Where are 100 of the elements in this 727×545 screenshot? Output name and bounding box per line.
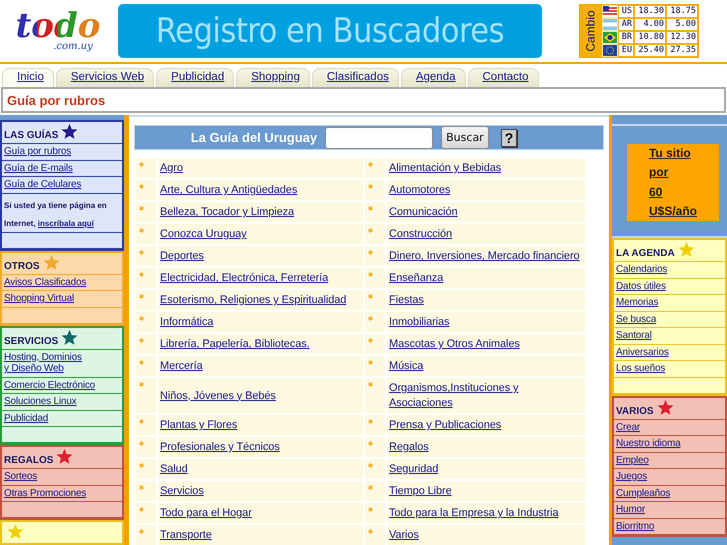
exchange-label: Cambio	[584, 10, 598, 52]
sidebar-link[interactable]: Shopping Virtual	[2, 291, 122, 308]
bullet-icon	[368, 463, 373, 468]
bullet-icon	[139, 529, 144, 534]
sidebar-link[interactable]: Sorteos	[2, 469, 122, 486]
sidebar-link[interactable]: Guía de Celulares	[2, 177, 122, 194]
bullet-icon	[139, 338, 144, 343]
sidebar-link[interactable]: Memorias	[614, 295, 725, 312]
category-link[interactable]: Servicios	[160, 484, 204, 499]
bullet-icon	[139, 316, 144, 321]
bullet-icon	[139, 250, 144, 255]
sidebar-link[interactable]: Publicidad	[2, 410, 122, 427]
sidebar-link[interactable]: Crear	[614, 420, 725, 436]
currency-code: AR	[618, 18, 634, 31]
section-title: LAS GUÍAS	[4, 130, 58, 141]
search-field[interactable]	[325, 126, 434, 148]
sell-rate: 12.30	[666, 31, 698, 44]
bullet-icon	[139, 272, 144, 277]
category-link[interactable]: Deportes	[160, 249, 204, 264]
bullet-icon	[368, 250, 373, 255]
currency-code: EU	[618, 44, 634, 57]
page-title: Guía por rubros	[7, 92, 106, 108]
bullet-icon	[139, 162, 144, 167]
bullet-icon	[368, 382, 373, 387]
flags-icon	[602, 5, 618, 57]
bullet-icon	[139, 206, 144, 211]
section-title: LA AGENDA	[616, 248, 675, 259]
sidebar-link[interactable]: Empleo	[614, 452, 725, 469]
bullet-icon	[368, 272, 373, 277]
category-link[interactable]: Música	[389, 359, 424, 374]
sidebar-link[interactable]: Santoral	[614, 328, 725, 344]
buy-rate: 25.40	[634, 44, 666, 57]
category-link[interactable]: Agro	[160, 161, 183, 176]
buy-rate: 4.00	[634, 18, 666, 31]
bullet-icon	[139, 382, 144, 387]
sidebar-link[interactable]: Aniversarios	[614, 344, 725, 361]
sidebar-link[interactable]: Los sueños	[614, 361, 725, 378]
sell-rate: 5.00	[666, 18, 698, 31]
nav-tab[interactable]: Clasificados	[312, 68, 399, 87]
bullet-icon	[368, 162, 373, 167]
sidebar-link[interactable]: Guía por rubros	[2, 144, 122, 160]
bullet-icon	[139, 463, 144, 468]
section-title: REGALOS	[4, 455, 54, 466]
bullet-icon	[139, 360, 144, 365]
bullet-icon	[368, 441, 373, 446]
nav-tab[interactable]: Servicios Web	[56, 68, 154, 87]
sidebar-link[interactable]: Otras Promociones	[2, 486, 122, 502]
bullet-icon	[368, 294, 373, 299]
bullet-icon	[368, 529, 373, 534]
category-link[interactable]: Seguridad	[389, 462, 438, 477]
bullet-icon	[368, 184, 373, 189]
nav-tab[interactable]: Publicidad	[156, 68, 234, 87]
category-link[interactable]: Varios	[389, 528, 419, 543]
category-link[interactable]: Fiestas	[389, 293, 424, 308]
signup-note: Si usted ya tiene página en Internet, inscríbala aquí	[4, 200, 107, 228]
bullet-icon	[139, 507, 144, 512]
bullet-icon	[368, 485, 373, 490]
bullet-icon	[368, 206, 373, 211]
signup-link[interactable]: inscríbala aquí	[38, 218, 94, 228]
bullet-icon	[139, 485, 144, 490]
sidebar-link[interactable]: Soluciones Linux	[2, 394, 122, 410]
bullet-icon	[368, 419, 373, 424]
bullet-icon	[368, 228, 373, 233]
sidebar-link[interactable]: Hosting, Dominios y Diseño Web	[2, 350, 122, 378]
section-title: VARIOS	[616, 406, 654, 416]
nav-tab[interactable]: Contacto	[468, 68, 539, 87]
sell-rate: 27.35	[666, 44, 698, 57]
sidebar-link[interactable]: Juegos	[614, 469, 725, 486]
nav-tab[interactable]: Inicio	[2, 68, 54, 87]
category-link[interactable]: Salud	[160, 462, 188, 477]
nav-tab[interactable]: Shopping	[236, 68, 310, 87]
sidebar-link[interactable]: Se busca	[614, 312, 725, 328]
category-link[interactable]: Transporte	[160, 528, 212, 543]
category-link[interactable]: Mercería	[160, 359, 203, 374]
sidebar-link[interactable]: Biorritmo	[614, 518, 725, 535]
section-title: OTROS	[4, 260, 40, 272]
category-link[interactable]: Regalos	[389, 440, 429, 455]
nav-tab[interactable]: Agenda	[400, 68, 466, 87]
currency-code: BR	[618, 31, 634, 44]
sidebar-link[interactable]: Datos útiles	[614, 278, 725, 295]
search-button[interactable]: Buscar	[441, 126, 489, 149]
sidebar-link[interactable]: Avisos Clasificados	[2, 274, 122, 291]
buy-rate: 18.30	[634, 5, 666, 18]
section-title: SERVICIOS	[4, 336, 58, 346]
search-title: La Guía del Uruguay	[190, 130, 318, 145]
category-link[interactable]: Informática	[160, 315, 214, 330]
promo-link[interactable]: Tu sitio por 60 U$S/año	[627, 144, 719, 221]
sidebar-link[interactable]: Humor	[614, 502, 725, 518]
bullet-icon	[368, 316, 373, 321]
sidebar-link[interactable]: Nuestro idioma	[614, 436, 725, 452]
bullet-icon	[139, 184, 144, 189]
bullet-icon	[139, 228, 144, 233]
bullet-icon	[368, 507, 373, 512]
help-button[interactable]: ?	[500, 128, 518, 146]
sidebar-link[interactable]: Guía de E-mails	[2, 160, 122, 177]
bullet-icon	[139, 419, 144, 424]
sidebar-link[interactable]: Cumpleaños	[614, 486, 725, 502]
sidebar-link[interactable]: Calendarios	[614, 262, 725, 278]
sidebar-link[interactable]: Comercio Electrónico	[2, 378, 122, 394]
bullet-icon	[368, 338, 373, 343]
